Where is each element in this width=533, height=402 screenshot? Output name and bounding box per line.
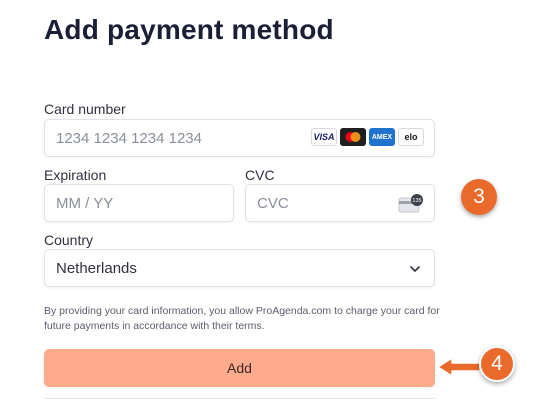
card-number-placeholder: 1234 1234 1234 1234 bbox=[56, 129, 202, 147]
elo-icon: elo bbox=[398, 128, 424, 146]
cvc-label: CVC bbox=[245, 167, 275, 183]
cvc-icon-text: 135 bbox=[412, 198, 421, 204]
country-label: Country bbox=[44, 232, 94, 248]
card-number-label: Card number bbox=[44, 101, 126, 117]
country-select[interactable]: Netherlands bbox=[44, 249, 435, 287]
add-button[interactable]: Add bbox=[44, 349, 435, 387]
mastercard-icon bbox=[340, 128, 366, 146]
visa-icon: VISA bbox=[311, 128, 337, 146]
expiration-placeholder: MM / YY bbox=[56, 194, 114, 212]
card-number-input[interactable]: 1234 1234 1234 1234 VISA AMEX elo bbox=[44, 119, 435, 157]
expiration-label: Expiration bbox=[44, 167, 107, 183]
card-brands: VISA AMEX elo bbox=[311, 128, 424, 146]
arrow-left-icon bbox=[437, 357, 481, 377]
divider bbox=[44, 398, 435, 399]
cvc-card-icon: 135 bbox=[398, 194, 424, 219]
amex-icon: AMEX bbox=[369, 128, 395, 146]
cvc-placeholder: CVC bbox=[257, 194, 289, 212]
step-3-badge: 3 bbox=[461, 179, 497, 215]
step-4-badge: 4 bbox=[479, 346, 515, 382]
chevron-down-icon bbox=[408, 262, 422, 281]
country-value: Netherlands bbox=[56, 259, 137, 277]
expiration-input[interactable]: MM / YY bbox=[44, 184, 234, 222]
cvc-input[interactable]: CVC 135 bbox=[245, 184, 435, 222]
page-title: Add payment method bbox=[44, 14, 334, 45]
card-consent-notice: By providing your card information, you … bbox=[44, 305, 440, 332]
